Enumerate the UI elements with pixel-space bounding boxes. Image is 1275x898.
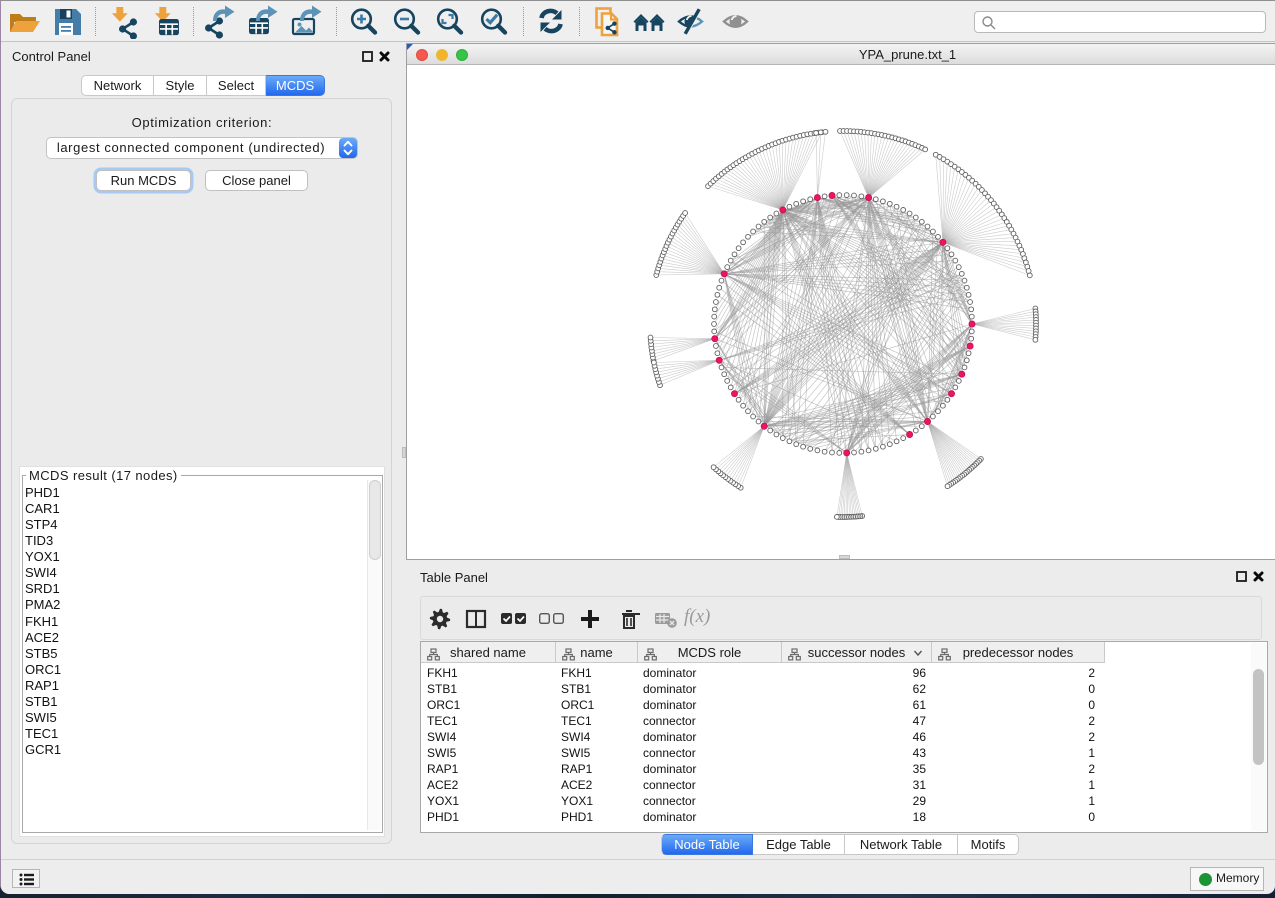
svg-text:f(x): f(x) [684, 606, 710, 627]
